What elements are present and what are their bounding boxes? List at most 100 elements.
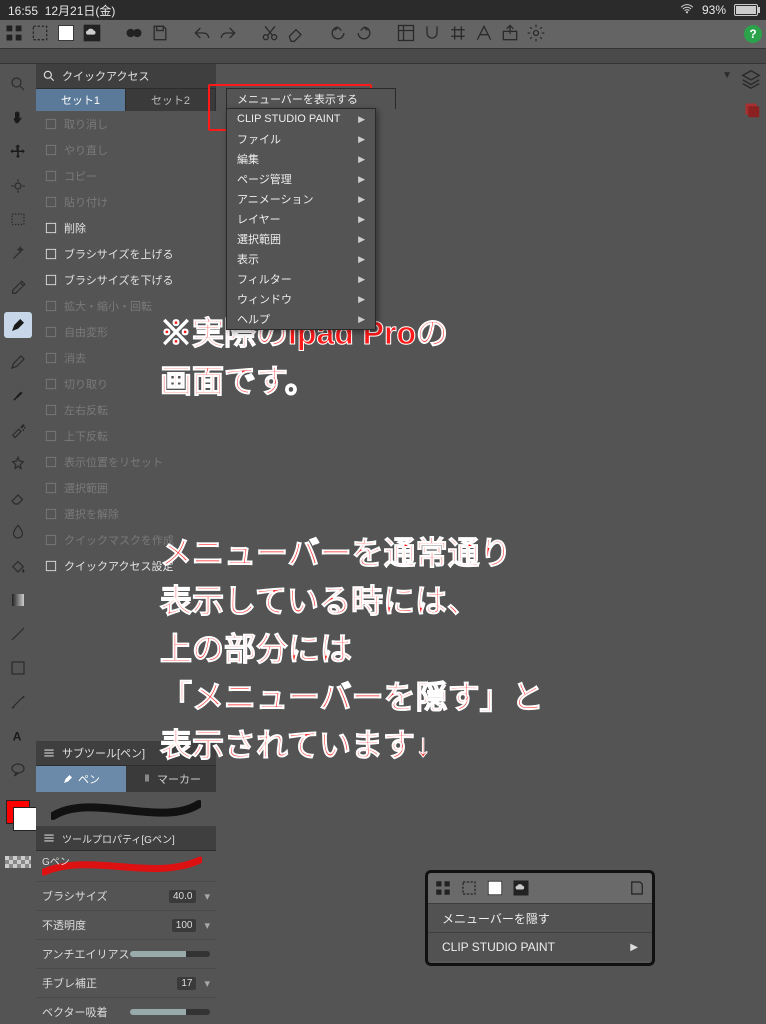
line-tool-icon[interactable] [8,624,28,644]
grid-icon[interactable] [448,23,468,46]
menu-item-label: レイヤー [237,211,281,227]
save-icon[interactable] [150,23,170,46]
chevron-down-icon[interactable]: ▾ [204,919,210,932]
menu-item[interactable]: フィルター▶ [227,269,375,289]
rulers-icon[interactable] [396,23,416,46]
qa-item-label: 取り消し [64,116,108,132]
eyedropper-tool-icon[interactable] [8,278,28,298]
subtool-tab-pen[interactable]: ペン [36,766,126,792]
qa-item[interactable]: やり直し [36,137,216,163]
qa-item[interactable]: 貼り付け [36,189,216,215]
qa-item[interactable]: 選択範囲 [36,475,216,501]
menu-item[interactable]: ヘルプ ▶ [227,309,375,329]
qa-item[interactable]: 上下反転 [36,423,216,449]
menu-item[interactable]: ファイル▶ [227,129,375,149]
menu-item[interactable]: 表示 ▶ [227,249,375,269]
share-icon[interactable] [500,23,520,46]
qa-item-icon [44,559,58,573]
qa-item[interactable]: ブラシサイズを上げる [36,241,216,267]
menu-item[interactable]: ページ管理▶ [227,169,375,189]
chevron-right-icon: ▶ [358,314,365,325]
hand-tool-icon[interactable] [8,108,28,128]
menu-item[interactable]: 編集▶ [227,149,375,169]
magnifier-tool-icon[interactable] [8,74,28,94]
grid-menu-icon[interactable] [4,23,24,46]
property-row[interactable]: ベクター吸着 [36,997,216,1024]
menu-item[interactable]: アニメーション▶ [227,189,375,209]
text-tool-icon[interactable]: A [8,726,28,746]
property-value[interactable]: 100 [172,919,197,932]
chevron-down-icon[interactable]: ▾ [204,890,210,903]
fill-tool-icon[interactable] [8,556,28,576]
foreground-color-swatch[interactable] [6,800,30,824]
pencil-tool-icon[interactable] [8,352,28,372]
save-icon [628,879,646,897]
airbrush-tool-icon[interactable] [8,420,28,440]
pen-tool-icon[interactable] [4,312,32,338]
canvas-icon[interactable] [56,23,76,46]
qa-item[interactable]: ブラシサイズを下げる [36,267,216,293]
panel-collapse-icon[interactable]: ▼ [722,70,732,81]
qa-tab-set1[interactable]: セット1 [36,89,126,111]
menu-item[interactable]: ウィンドウ▶ [227,289,375,309]
layers-icon[interactable] [740,68,762,90]
property-value[interactable]: 40.0 [169,890,196,903]
lasso-tool-icon[interactable] [8,210,28,230]
menu-item-label: ヘルプ [237,311,270,327]
help-icon[interactable]: ? [744,25,762,43]
wand-tool-icon[interactable] [8,244,28,264]
quick-access-header[interactable]: クイックアクセス [36,64,216,89]
tool-property-header[interactable]: ツールプロパティ[Gペン] [36,826,216,851]
snap-icon[interactable] [422,23,442,46]
redo-icon[interactable] [218,23,238,46]
blend-tool-icon[interactable] [8,522,28,542]
qa-item[interactable]: 削除 [36,215,216,241]
chevron-right-icon: ▶ [358,254,365,265]
perspective-icon[interactable] [474,23,494,46]
property-row[interactable]: 不透明度100▾ [36,910,216,939]
rotate-left-icon[interactable] [328,23,348,46]
menu-show-menubar[interactable]: メニューバーを表示する [226,88,396,109]
property-slider[interactable] [130,1009,210,1015]
brush-cloud-icon[interactable] [82,23,102,46]
gear-icon[interactable] [526,23,546,46]
erase-icon[interactable] [286,23,306,46]
property-row[interactable]: ブラシサイズ40.0▾ [36,881,216,910]
background-color-swatch[interactable] [13,807,37,831]
eraser-tool-icon[interactable] [8,488,28,508]
decoration-tool-icon[interactable] [8,454,28,474]
ruler-tool-icon[interactable] [8,692,28,712]
cut-icon[interactable] [260,23,280,46]
menu-item-label: 表示 [237,251,259,267]
layers-stack-icon[interactable] [740,98,762,120]
property-slider[interactable] [130,951,210,957]
qa-item-icon [44,507,58,521]
undo-icon[interactable] [192,23,212,46]
balloon-tool-icon[interactable] [8,760,28,780]
property-value[interactable]: 17 [177,977,196,990]
subtool-tab-marker[interactable]: マーカー [126,766,216,792]
logo-icon[interactable] [124,23,144,46]
operation-tool-icon[interactable] [8,176,28,196]
qa-item[interactable]: コピー [36,163,216,189]
qa-item[interactable]: 取り消し [36,111,216,137]
qa-item[interactable]: 表示位置をリセット [36,449,216,475]
menu-item-label: ウィンドウ [237,291,292,307]
qa-item-label: 表示位置をリセット [64,454,163,470]
qa-item[interactable]: 選択を解除 [36,501,216,527]
move-tool-icon[interactable] [8,142,28,162]
menu-item[interactable]: CLIP STUDIO PAINT▶ [227,109,375,129]
chevron-down-icon[interactable]: ▾ [204,977,210,990]
brush-tool-icon[interactable] [8,386,28,406]
property-row[interactable]: 手ブレ補正17▾ [36,968,216,997]
transparent-swatch[interactable] [5,856,31,868]
qa-tab-set2[interactable]: セット2 [126,89,216,111]
rotate-right-icon[interactable] [354,23,374,46]
qa-item-icon [44,455,58,469]
property-row[interactable]: アンチエイリアス [36,939,216,968]
menu-item[interactable]: 選択範囲▶ [227,229,375,249]
gradient-tool-icon[interactable] [8,590,28,610]
rect-select-icon[interactable] [30,23,50,46]
menu-item[interactable]: レイヤー▶ [227,209,375,229]
shape-tool-icon[interactable] [8,658,28,678]
